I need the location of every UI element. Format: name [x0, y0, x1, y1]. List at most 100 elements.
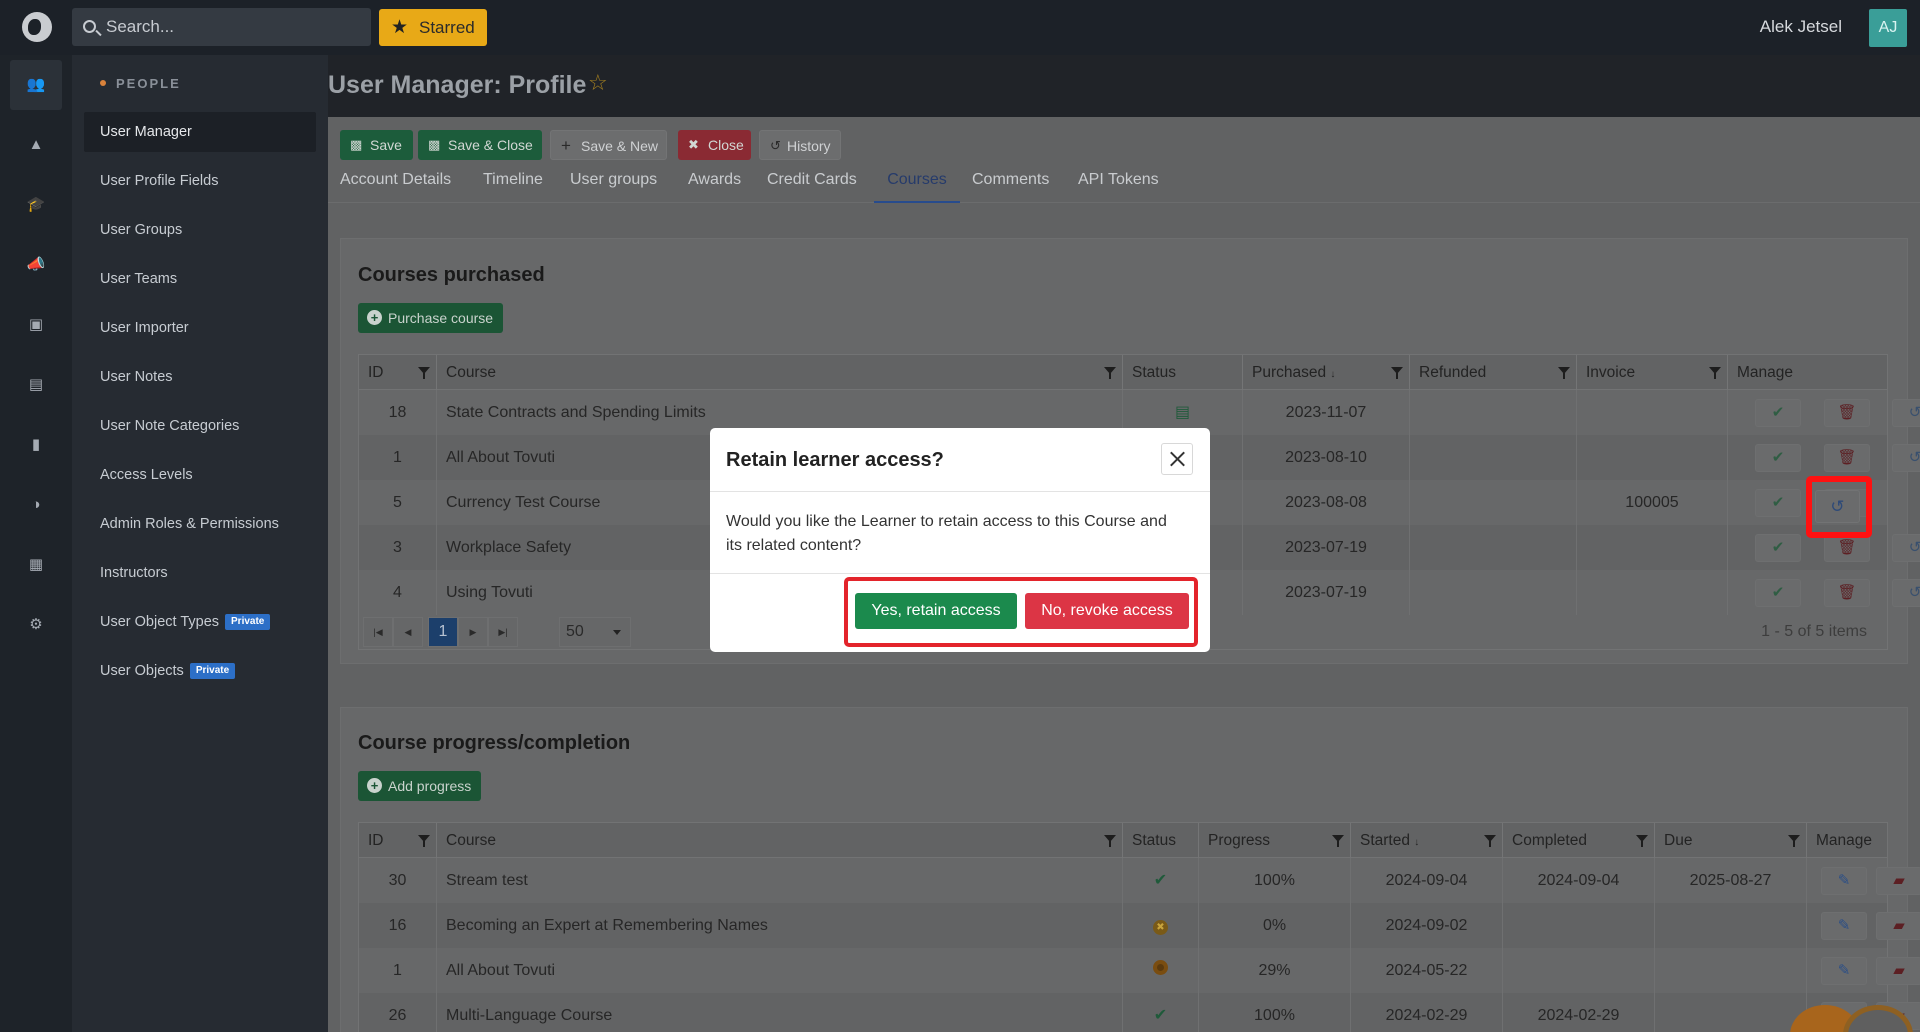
- next-page-button[interactable]: ▶: [458, 617, 488, 647]
- starred-button[interactable]: ★ Starred: [379, 9, 487, 46]
- chat-icon[interactable]: ▮: [26, 437, 46, 453]
- users-icon[interactable]: 👥: [26, 77, 46, 93]
- tab-comments[interactable]: Comments: [972, 165, 1049, 203]
- col-status[interactable]: Status: [1123, 823, 1199, 858]
- col-course[interactable]: Course: [437, 355, 1123, 390]
- calendar-icon[interactable]: ▦: [26, 557, 46, 573]
- nav-item-user-note-categories[interactable]: User Note Categories: [84, 406, 316, 446]
- eraser-icon[interactable]: ▰: [1876, 957, 1920, 985]
- page-size-select[interactable]: 50: [559, 617, 631, 647]
- search-input[interactable]: Search...: [72, 8, 371, 46]
- search-placeholder: Search...: [106, 17, 175, 36]
- trash-icon[interactable]: 🗑: [1824, 399, 1870, 427]
- icon-rail: 👥 ▲ 🎓 📣 ▣ ▤ ▮ ◑ ▦ ⚙: [0, 55, 72, 1032]
- nav-item-user-object-types[interactable]: User Object Types Private: [84, 602, 316, 642]
- trash-icon[interactable]: 🗑: [1824, 579, 1870, 607]
- save-new-button[interactable]: + Save & New: [550, 130, 667, 160]
- approve-check-icon[interactable]: ✔: [1755, 489, 1801, 517]
- retain-access-dialog: Retain learner access? Would you like th…: [710, 428, 1210, 652]
- col-invoice[interactable]: Invoice: [1577, 355, 1728, 390]
- tab-user-groups[interactable]: User groups: [570, 165, 657, 203]
- eraser-icon[interactable]: ▰: [1876, 867, 1920, 895]
- tab-timeline[interactable]: Timeline: [483, 165, 543, 203]
- tab-awards[interactable]: Awards: [688, 165, 741, 203]
- revoke-access-button[interactable]: No, revoke access: [1025, 593, 1189, 629]
- nav-item-user-notes[interactable]: User Notes: [84, 357, 316, 397]
- graduation-cap-icon[interactable]: 🎓: [26, 197, 46, 213]
- gear-icon[interactable]: ⚙: [26, 617, 46, 633]
- nav-item-user-objects[interactable]: User Objects Private: [84, 651, 316, 691]
- approve-check-icon[interactable]: ✔: [1755, 534, 1801, 562]
- history-button[interactable]: ↺ History: [759, 130, 841, 160]
- money-icon[interactable]: ▣: [26, 317, 46, 333]
- starred-label: Starred: [419, 18, 475, 37]
- last-page-button[interactable]: ▶|: [488, 617, 518, 647]
- add-progress-button[interactable]: + Add progress: [358, 771, 482, 801]
- prev-page-button[interactable]: ◀: [393, 617, 423, 647]
- palette-icon[interactable]: ◑: [26, 497, 46, 513]
- col-started[interactable]: Started ↓: [1351, 823, 1503, 858]
- shapes-icon[interactable]: ▲: [26, 137, 46, 153]
- save-close-button[interactable]: ▩ Save & Close: [418, 130, 542, 160]
- avatar[interactable]: AJ: [1869, 9, 1907, 47]
- approve-check-icon[interactable]: ✔: [1755, 399, 1801, 427]
- megaphone-icon[interactable]: 📣: [26, 257, 46, 273]
- col-completed[interactable]: Completed: [1503, 823, 1655, 858]
- cell-id: 4: [359, 570, 437, 615]
- page-header: User Manager: Profile ☆: [328, 55, 1920, 117]
- cell-id: 3: [359, 525, 437, 570]
- first-page-button[interactable]: |◀: [363, 617, 393, 647]
- purchase-course-button[interactable]: + Purchase course: [358, 303, 504, 333]
- nav-item-user-profile-fields[interactable]: User Profile Fields: [84, 161, 316, 201]
- filter-icon: [418, 835, 430, 847]
- edit-icon[interactable]: ✎: [1821, 867, 1867, 895]
- save-button[interactable]: ▩ Save: [340, 130, 413, 160]
- tab-api-tokens[interactable]: API Tokens: [1078, 165, 1159, 203]
- col-course[interactable]: Course: [437, 823, 1123, 858]
- refund-undo-icon[interactable]: ↺: [1892, 444, 1920, 472]
- tab-account-details[interactable]: Account Details: [340, 165, 451, 203]
- filter-icon: [1558, 367, 1570, 379]
- nav-item-user-teams[interactable]: User Teams: [84, 259, 316, 299]
- chart-icon[interactable]: ▤: [26, 377, 46, 393]
- cell-progress: 100%: [1199, 858, 1351, 903]
- nav-item-instructors[interactable]: Instructors: [84, 553, 316, 593]
- col-progress[interactable]: Progress: [1199, 823, 1351, 858]
- edit-icon[interactable]: ✎: [1821, 912, 1867, 940]
- eraser-icon[interactable]: ▰: [1876, 912, 1920, 940]
- nav-item-user-importer[interactable]: User Importer: [84, 308, 316, 348]
- current-page-button[interactable]: 1: [428, 617, 458, 647]
- filter-icon: [1332, 835, 1344, 847]
- user-name[interactable]: Alek Jetsel: [1760, 17, 1842, 37]
- status-in-progress-icon: [1123, 948, 1199, 993]
- trash-icon[interactable]: 🗑: [1824, 534, 1870, 562]
- cell-course: Becoming an Expert at Remembering Names: [437, 903, 1123, 948]
- edit-icon[interactable]: ✎: [1821, 957, 1867, 985]
- approve-check-icon[interactable]: ✔: [1755, 444, 1801, 472]
- nav-item-admin-roles[interactable]: Admin Roles & Permissions: [84, 504, 316, 544]
- nav-item-user-groups[interactable]: User Groups: [84, 210, 316, 250]
- col-status[interactable]: Status: [1123, 355, 1243, 390]
- nav-item-user-manager[interactable]: User Manager: [84, 112, 316, 152]
- nav-item-access-levels[interactable]: Access Levels: [84, 455, 316, 495]
- col-id[interactable]: ID: [359, 823, 437, 858]
- refund-undo-icon[interactable]: ↺: [1892, 579, 1920, 607]
- close-button[interactable]: ✖ Close: [678, 130, 751, 160]
- approve-check-icon[interactable]: ✔: [1755, 579, 1801, 607]
- col-id[interactable]: ID: [359, 355, 437, 390]
- favorite-star-icon[interactable]: ☆: [588, 70, 608, 96]
- chevron-down-icon: [613, 630, 621, 635]
- retain-access-button[interactable]: Yes, retain access: [855, 593, 1017, 629]
- col-purchased[interactable]: Purchased ↓: [1243, 355, 1410, 390]
- cell-started: 2024-09-02: [1351, 903, 1503, 948]
- tab-courses[interactable]: Courses: [874, 165, 960, 203]
- trash-icon[interactable]: 🗑: [1824, 444, 1870, 472]
- refund-undo-icon[interactable]: ↺: [1892, 399, 1920, 427]
- tab-credit-cards[interactable]: Credit Cards: [767, 165, 857, 203]
- close-icon[interactable]: [1161, 443, 1193, 475]
- col-refunded[interactable]: Refunded: [1410, 355, 1577, 390]
- course-progress-heading: Course progress/completion: [358, 732, 631, 754]
- app-logo[interactable]: [22, 12, 52, 42]
- refund-undo-icon[interactable]: ↺: [1892, 534, 1920, 562]
- col-due[interactable]: Due: [1655, 823, 1807, 858]
